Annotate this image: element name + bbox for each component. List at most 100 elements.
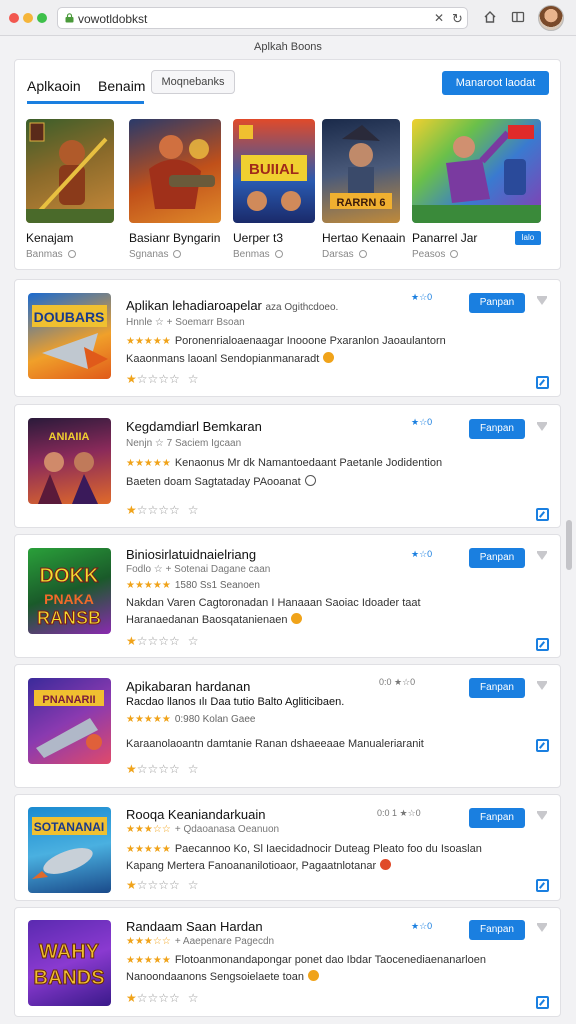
app-description: ★★★★★ Poronenrialoaenaagar Inooone Pxaran… xyxy=(126,335,446,347)
app-list-item[interactable]: DOUBARS Aplikan lehadiaroapelar aza Ogit… xyxy=(14,279,561,397)
page-title: Aplkah Boons xyxy=(254,41,322,53)
featured-app-tile[interactable]: RARRN 6 Hertao Kenaain Darsas xyxy=(322,119,405,260)
url-text: vowotldobkst xyxy=(78,12,148,26)
user-rating-stars[interactable]: ★☆☆☆☆ ☆ xyxy=(126,762,199,776)
profile-avatar[interactable] xyxy=(538,5,564,31)
user-rating-stars[interactable]: ★☆☆☆☆ ☆ xyxy=(126,878,199,892)
app-title-extra: aza Ogithcdoeo. xyxy=(265,302,339,313)
app-description: ★★★★★ Paecannoo Ko, Sl Iaecidadnocir Dute… xyxy=(126,843,482,855)
featured-app-tile[interactable]: BUIIAL Uerper t3 Benmas xyxy=(233,119,315,260)
install-button[interactable]: Fanpan xyxy=(469,678,525,698)
filter-pill[interactable]: Moqnebanks xyxy=(151,70,235,94)
featured-app-sub: Benmas xyxy=(233,249,283,260)
home-icon[interactable] xyxy=(482,10,498,26)
game-thumbnail: DOUBARS xyxy=(28,293,111,379)
info-icon xyxy=(67,250,76,258)
svg-text:BANDS: BANDS xyxy=(33,967,104,989)
svg-text:PNAKA: PNAKA xyxy=(44,591,94,607)
edit-icon[interactable] xyxy=(536,996,549,1009)
app-description-text: Nakdan Varen Cagtoronadan I Hanaaan Saoi… xyxy=(126,597,421,609)
address-bar[interactable]: vowotldobkst ✕ ↻ xyxy=(57,7,468,29)
app-meta: Hnnle ☆ + Soemarr Bsoan xyxy=(126,317,245,328)
app-score: ★☆0 xyxy=(411,292,433,302)
emoji-icon xyxy=(291,613,303,624)
install-button[interactable]: Fanpan xyxy=(469,808,525,828)
app-list-item[interactable]: SOTANANAI Rooqa Keaniandarkuain ★★★☆☆ + Q… xyxy=(14,794,561,901)
install-button[interactable]: Panpan xyxy=(469,293,525,313)
svg-text:RANSB: RANSB xyxy=(37,608,101,628)
edit-icon[interactable] xyxy=(536,638,549,651)
edit-icon[interactable] xyxy=(536,508,549,521)
app-score: ★☆0 xyxy=(411,549,433,559)
app-list-item[interactable]: PNANARII Apikabaran hardanan Racdao llan… xyxy=(14,664,561,788)
bookmark-icon[interactable] xyxy=(536,680,548,692)
edit-icon[interactable] xyxy=(536,739,549,752)
app-title: Kegdamdiarl Bemkaran xyxy=(126,419,262,434)
svg-text:RARRN 6: RARRN 6 xyxy=(337,197,386,209)
featured-action-button[interactable]: Manaroot laodat xyxy=(442,71,549,95)
bookmark-icon[interactable] xyxy=(536,421,548,433)
app-meta-text: + Qdaoanasa Oeanuon xyxy=(174,824,280,835)
edit-icon[interactable] xyxy=(536,376,549,389)
user-rating-stars[interactable]: ★☆☆☆☆ ☆ xyxy=(126,991,199,1005)
featured-app-tile[interactable]: Kenajam Banmas xyxy=(26,119,114,260)
app-list-item[interactable]: ANIAIIA Kegdamdiarl Bemkaran Nenjn ☆ 7 S… xyxy=(14,404,561,528)
app-list-item[interactable]: WAHY BANDS Randaam Saan Hardan ★★★☆☆ + Aae… xyxy=(14,907,561,1017)
game-thumbnail: DOKK PNAKA RANSB xyxy=(28,548,111,634)
app-description-2-text: Haranaedanan Baosqatanienaen xyxy=(126,614,288,626)
star-rating-icons: ★★★★★ xyxy=(126,955,171,966)
lock-icon xyxy=(65,13,74,23)
app-meta-text: 0:980 Kolan Gaee xyxy=(174,714,256,725)
clear-url-icon[interactable]: ✕ xyxy=(434,11,444,25)
app-meta: ★★★★★ 0:980 Kolan Gaee xyxy=(126,713,255,725)
bookmark-icon[interactable] xyxy=(536,922,548,934)
edit-icon[interactable] xyxy=(536,879,549,892)
game-thumbnail xyxy=(412,119,541,223)
bookmark-icon[interactable] xyxy=(536,550,548,562)
emoji-icon xyxy=(307,970,319,981)
app-title-text: Aplikan lehadiaroapelar xyxy=(126,298,262,313)
game-thumbnail xyxy=(26,119,114,223)
minimize-window-button[interactable] xyxy=(23,13,33,23)
featured-app-sub: Sgnanas xyxy=(129,249,182,260)
app-description-2: Kaaonmans laoanl Sendopianmanaradt xyxy=(126,352,335,365)
app-score: ★☆0 xyxy=(411,921,433,931)
featured-app-name: Kenajam xyxy=(26,231,74,245)
game-thumbnail: PNANARII xyxy=(28,678,111,764)
tab-aplkaoin[interactable]: Aplkaoin xyxy=(27,78,81,94)
install-button[interactable]: Fanpan xyxy=(469,419,525,439)
info-icon xyxy=(173,250,182,258)
user-rating-stars[interactable]: ★☆☆☆☆ ☆ xyxy=(126,634,199,648)
app-list-item[interactable]: DOKK PNAKA RANSB Biniosirlatuidnaielriang … xyxy=(14,534,561,658)
close-window-button[interactable] xyxy=(9,13,19,23)
app-description-text: Poronenrialoaenaagar Inooone Pxaranlon J… xyxy=(174,335,446,347)
page-scrollbar[interactable] xyxy=(566,520,572,570)
app-description-2: Kapang Mertera Fanoananilotioaor, Pagaat… xyxy=(126,859,392,872)
app-title: Randaam Saan Hardan xyxy=(126,919,263,934)
app-description-2-text: Kapang Mertera Fanoananilotioaor, Pagaat… xyxy=(126,860,377,872)
info-icon xyxy=(274,250,283,258)
svg-text:PNANARII: PNANARII xyxy=(42,694,95,706)
bookmark-icon[interactable] xyxy=(536,295,548,307)
app-description: ★★★★★ Kenaonus Mr dk Namantoedaant Paetan… xyxy=(126,457,442,469)
active-tab-indicator xyxy=(27,101,144,104)
app-title: Rooqa Keaniandarkuain xyxy=(126,807,266,822)
install-button[interactable]: Fanpan xyxy=(469,920,525,940)
featured-app-name: Basianr Byngarin xyxy=(129,231,221,245)
install-button[interactable]: Panpan xyxy=(469,548,525,568)
sidebar-icon[interactable] xyxy=(510,10,526,26)
app-description-2: Nanoondaanons Sengsoielaete toan xyxy=(126,970,319,983)
bookmark-icon[interactable] xyxy=(536,810,548,822)
game-thumbnail: BUIIAL xyxy=(233,119,315,223)
featured-app-tile[interactable]: Panarrel Jar lalo Peasos xyxy=(412,119,541,260)
tab-benaim[interactable]: Benaim xyxy=(98,78,145,94)
app-score: 0:0 ★☆0 xyxy=(379,677,416,687)
user-rating-stars[interactable]: ★☆☆☆☆ ☆ xyxy=(126,372,199,386)
user-rating-stars[interactable]: ★☆☆☆☆ ☆ xyxy=(126,503,199,517)
maximize-window-button[interactable] xyxy=(37,13,47,23)
app-meta-text: + Aaepenare Pagecdn xyxy=(174,936,275,947)
app-description-2-text: Nanoondaanons Sengsoielaete toan xyxy=(126,971,304,983)
app-description: ★★★★★ Flotoanmonandapongar ponet dao Ibda… xyxy=(126,954,486,966)
reload-icon[interactable]: ↻ xyxy=(452,11,463,27)
featured-app-tile[interactable]: Basianr Byngarin Sgnanas xyxy=(129,119,221,260)
